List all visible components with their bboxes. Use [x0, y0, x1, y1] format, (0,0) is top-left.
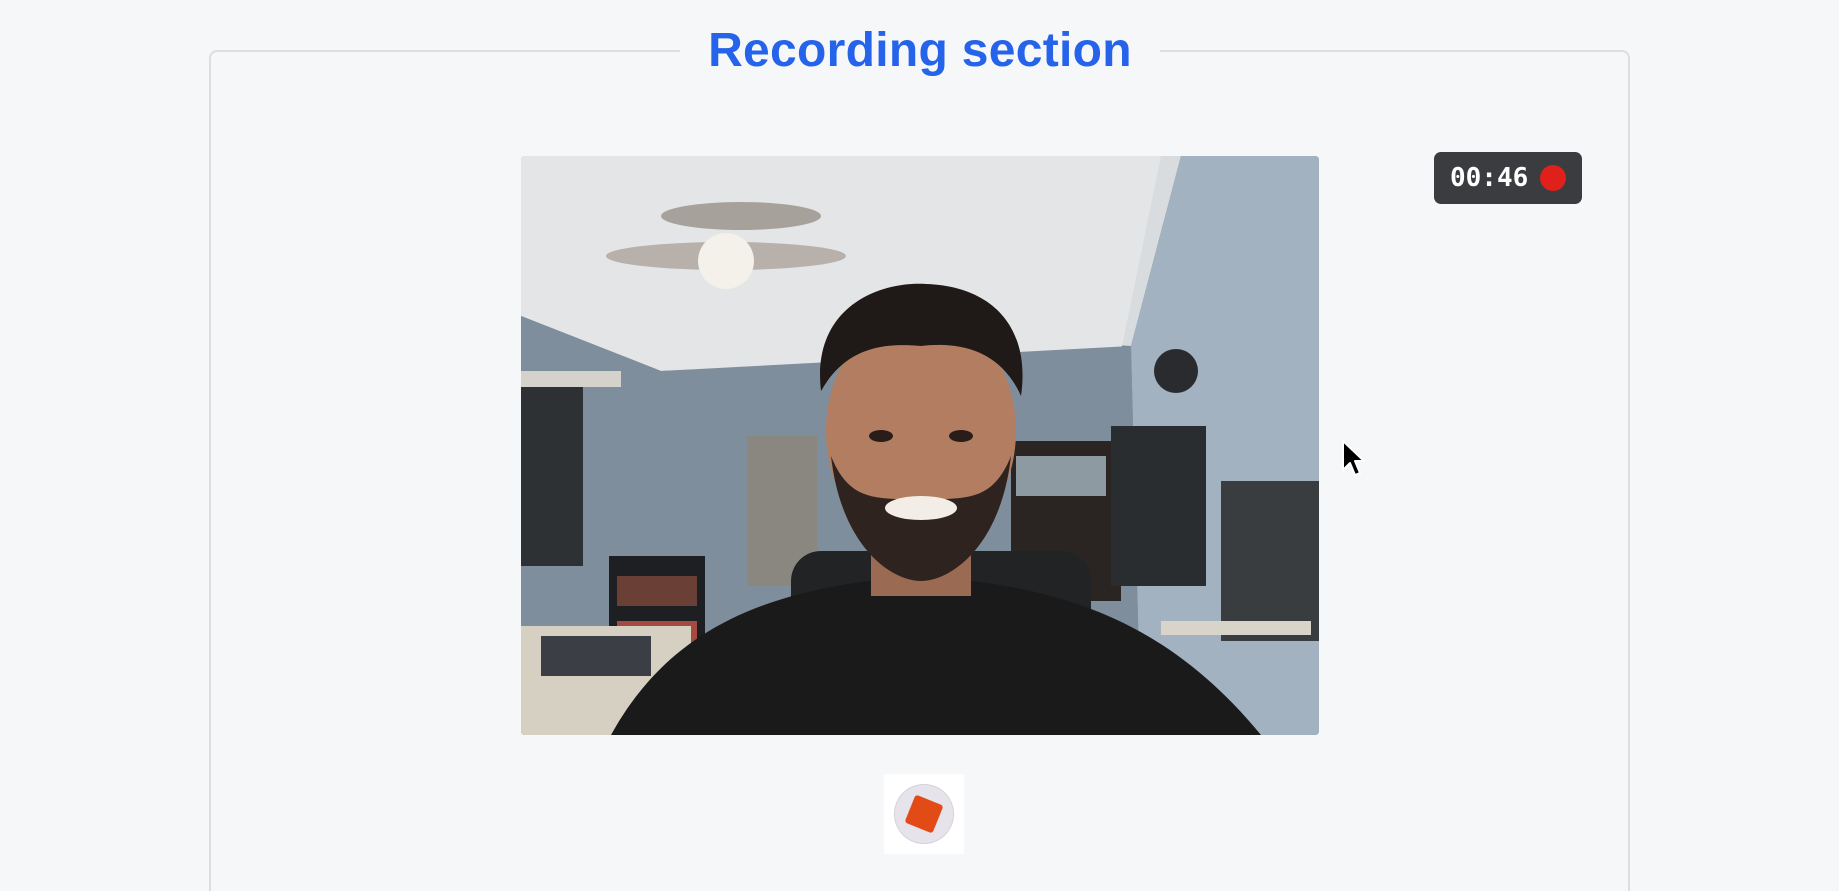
elapsed-time: 00:46 [1450, 163, 1529, 193]
recording-timer: 00:46 [1434, 152, 1582, 204]
recording-page: Recording section 00:46 [0, 0, 1839, 891]
recording-indicator-icon [1540, 165, 1567, 191]
stop-recording-button[interactable] [894, 784, 954, 844]
stop-icon [904, 794, 944, 834]
section-title: Recording section [708, 23, 1132, 77]
webcam-preview [521, 156, 1319, 735]
webcam-frame [521, 156, 1319, 735]
mouse-cursor-icon [1342, 440, 1365, 476]
section-legend: Recording section [680, 18, 1160, 82]
stop-control [884, 774, 964, 854]
